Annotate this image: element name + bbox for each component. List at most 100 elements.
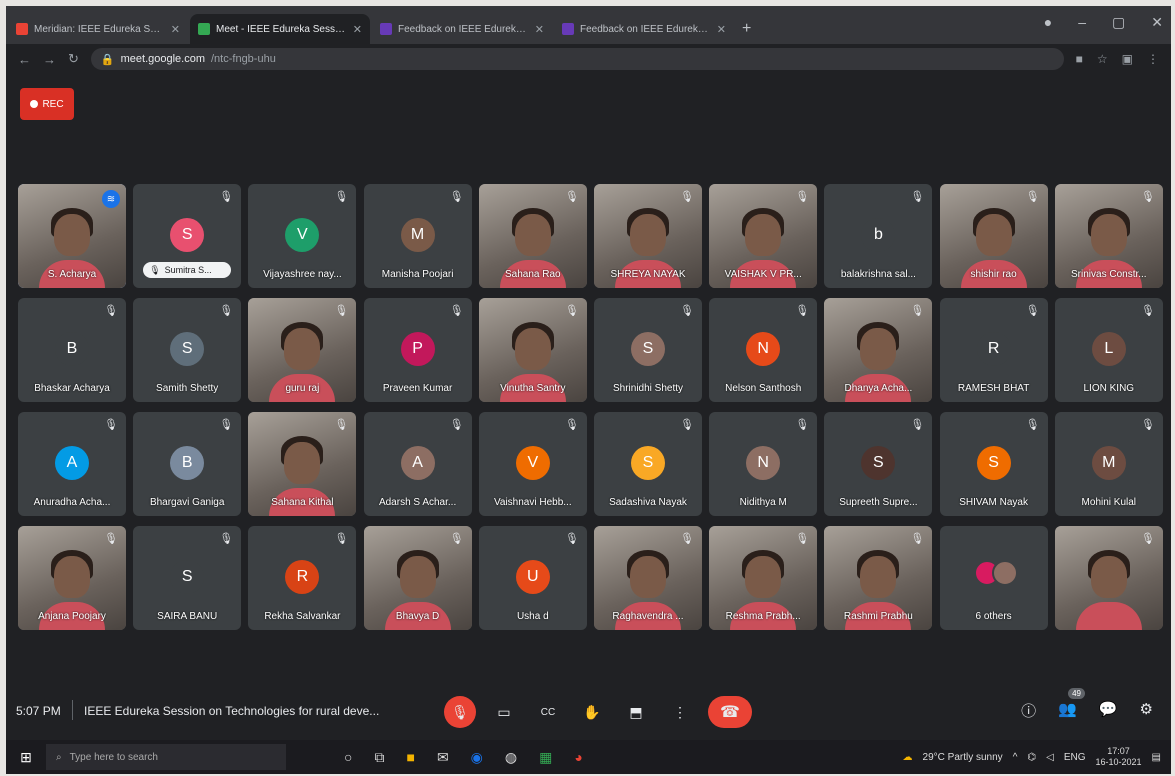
participant-tile[interactable]: V 🎙 Vijayashree nay... (248, 184, 357, 288)
participant-tile[interactable]: 🎙 Raghavendra ... (594, 526, 702, 630)
participant-tile[interactable]: 🎙 Anjana Poojary (18, 526, 126, 630)
person-silhouette (745, 214, 782, 256)
mic-off-button[interactable]: 🎙 (444, 696, 476, 728)
file-explorer-icon[interactable]: ■ (406, 749, 414, 766)
store-icon[interactable]: ▦ (539, 749, 552, 766)
participant-tile[interactable]: U 🎙 Usha d (478, 526, 587, 630)
participant-tile[interactable]: V 🎙 Vaishnavi Hebb... (478, 412, 587, 516)
browser-tab[interactable]: Feedback on IEEE Edureka Session ✕ (372, 14, 552, 44)
participant-tile[interactable]: S 🎙 SHIVAM Nayak (939, 412, 1048, 516)
participant-tile[interactable]: P 🎙 Praveen Kumar (363, 298, 472, 402)
participant-tile[interactable]: R 🎙 Rekha Salvankar (248, 526, 357, 630)
participant-avatar: N (746, 446, 781, 480)
chat-icon[interactable]: 💬 (1099, 700, 1118, 721)
taskbar-clock[interactable]: 17:07 16-10-2021 (1096, 746, 1142, 768)
participant-tile[interactable]: 🎙 Bhavya D (363, 526, 472, 630)
camera-button[interactable]: ▭ (488, 696, 520, 728)
maximize-icon[interactable]: ▢ (1112, 14, 1125, 31)
participant-tile[interactable]: A 🎙 Anuradha Acha... (18, 412, 126, 516)
task-view-icon[interactable]: ⧉ (374, 749, 384, 766)
mic-muted-icon: 🎙 (219, 419, 234, 431)
raise-hand-button[interactable]: ✋ (576, 696, 608, 728)
volume-icon[interactable]: ◁ (1046, 752, 1054, 763)
tab-close-icon[interactable]: ✕ (353, 23, 362, 36)
app-icon[interactable]: ◍ (505, 749, 517, 766)
windows-start-icon[interactable]: ⊞ (6, 749, 46, 766)
participant-tile[interactable]: S 🎙 Supreeth Supre... (824, 412, 933, 516)
tab-close-icon[interactable]: ✕ (171, 23, 180, 36)
participant-tile[interactable]: 🎙 Sahana Rao (478, 184, 587, 288)
participant-tile[interactable]: 🎙 shishir rao (939, 184, 1048, 288)
participant-avatar: A (55, 446, 89, 480)
mic-muted-icon: 🎙 (910, 419, 925, 431)
meeting-time: 5:07 PM (16, 704, 61, 718)
more-options-button[interactable]: ⋮ (664, 696, 696, 728)
participant-tile[interactable]: 🎙 guru raj (248, 298, 357, 402)
participant-tile[interactable]: 6 others (939, 526, 1048, 630)
tab-label: Meet - IEEE Edureka Session (216, 23, 347, 35)
browser-tab-active[interactable]: Meet - IEEE Edureka Session ✕ (190, 14, 370, 44)
participant-tile[interactable]: ≋ S. Acharya (18, 184, 126, 288)
participant-tile[interactable]: M 🎙 Mohini Kulal (1054, 412, 1163, 516)
participant-tile[interactable]: L 🎙 LION KING (1054, 298, 1163, 402)
notifications-icon[interactable]: ▤ (1152, 752, 1161, 763)
network-icon[interactable]: ⌬ (1027, 752, 1036, 763)
bookmark-star-icon[interactable]: ☆ (1097, 52, 1108, 66)
profile-icon[interactable]: ● (1044, 14, 1052, 31)
edge-icon[interactable]: ◉ (471, 749, 483, 766)
participant-tile[interactable]: S 🎙 SAIRA BANU (133, 526, 242, 630)
new-tab-button[interactable]: + (734, 20, 761, 44)
participant-tile[interactable]: S 🎙 🎙 Sumitra S... (133, 184, 242, 288)
mail-icon[interactable]: ✉ (437, 749, 449, 766)
participant-tile[interactable]: A 🎙 Adarsh S Achar... (363, 412, 472, 516)
cortana-icon[interactable]: ○ (344, 749, 352, 766)
browser-tab[interactable]: Meridian: IEEE Edureka Session ✕ (8, 14, 188, 44)
extension-icon[interactable]: ▣ (1122, 52, 1133, 66)
tab-close-icon[interactable]: ✕ (717, 23, 726, 36)
minimize-icon[interactable]: – (1078, 14, 1086, 31)
browser-tab[interactable]: Feedback on IEEE Edureka Session ✕ (554, 14, 734, 44)
participant-tile[interactable]: R 🎙 RAMESH BHAT (939, 298, 1048, 402)
lock-icon: 🔒 (100, 53, 115, 66)
language-indicator[interactable]: ENG (1064, 752, 1086, 763)
participant-tile[interactable]: N 🎙 Nidithya M (709, 412, 818, 516)
back-icon[interactable]: ← (18, 52, 31, 67)
address-bar[interactable]: 🔒 meet.google.com/ntc-fngb-uhu (90, 48, 1064, 70)
participant-tile[interactable]: 🎙 Reshma Prabh... (709, 526, 818, 630)
forward-icon[interactable]: → (43, 52, 56, 67)
meeting-info-icon[interactable]: ⓘ (1021, 700, 1036, 721)
participant-tile[interactable]: S 🎙 Samith Shetty (133, 298, 242, 402)
tab-close-icon[interactable]: ✕ (535, 23, 544, 36)
participant-tile[interactable]: 🎙 VAISHAK V PR... (709, 184, 818, 288)
participant-tile[interactable]: 🎙 Srinivas Constr... (1054, 184, 1163, 288)
participant-tile[interactable]: 🎙 Vinutha Santry (478, 298, 587, 402)
camera-indicator-icon[interactable]: ■ (1076, 52, 1083, 66)
participant-tile[interactable]: N 🎙 Nelson Santhosh (709, 298, 818, 402)
chrome-icon[interactable]: ◕ (574, 749, 582, 766)
participant-tile[interactable]: B 🎙 Bhaskar Acharya (18, 298, 126, 402)
participant-tile[interactable]: 🎙 Rashmi Prabhu (824, 526, 933, 630)
tray-chevron-icon[interactable]: ^ (1013, 752, 1018, 763)
meeting-title: IEEE Edureka Session on Technologies for… (84, 704, 380, 718)
participant-tile[interactable]: 🎙 SHREYA NAYAK (594, 184, 702, 288)
menu-icon[interactable]: ⋮ (1147, 52, 1159, 66)
taskbar-search[interactable]: ⌕ Type here to search (46, 744, 286, 770)
participant-tile[interactable]: 🎙 Sahana Kithal (248, 412, 357, 516)
participant-tile[interactable]: S 🎙 Sadashiva Nayak (594, 412, 702, 516)
present-button[interactable]: ⬒ (620, 696, 652, 728)
weather-text[interactable]: 29°C Partly sunny (923, 752, 1003, 763)
people-icon[interactable]: 👥 (1058, 700, 1077, 721)
participant-name: Rekha Salvankar (264, 611, 341, 622)
participant-tile[interactable]: B 🎙 Bhargavi Ganiga (133, 412, 242, 516)
captions-button[interactable]: CC (532, 696, 564, 728)
end-call-button[interactable]: ☎ (708, 696, 752, 728)
activities-icon[interactable]: ⚙ (1140, 700, 1153, 721)
close-window-icon[interactable]: ✕ (1151, 14, 1163, 31)
participant-tile[interactable]: S 🎙 Shrinidhi Shetty (594, 298, 702, 402)
participant-tile[interactable]: M 🎙 Manisha Poojari (363, 184, 472, 288)
participant-tile[interactable]: 🎙 Dhanya Acha... (824, 298, 933, 402)
participant-tile[interactable]: 🎙 (1054, 526, 1163, 630)
participant-tile[interactable]: b 🎙 balakrishna sal... (824, 184, 933, 288)
participant-name: SAIRA BANU (157, 611, 218, 622)
reload-icon[interactable]: ↻ (68, 51, 79, 67)
